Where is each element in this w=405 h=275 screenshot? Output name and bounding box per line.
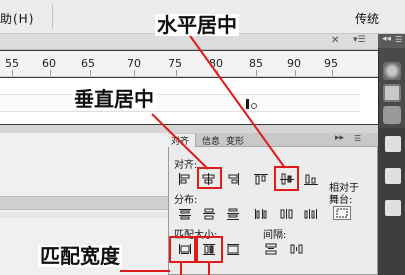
annotation-vertical-center: 垂直居中 <box>72 87 156 111</box>
pointer-line <box>187 32 286 169</box>
annotation-match-width: 匹配宽度 <box>38 244 122 268</box>
annotation-horizontal-center: 水平居中 <box>155 13 239 37</box>
annotation-lines <box>120 32 286 275</box>
pointer-line <box>151 113 209 170</box>
